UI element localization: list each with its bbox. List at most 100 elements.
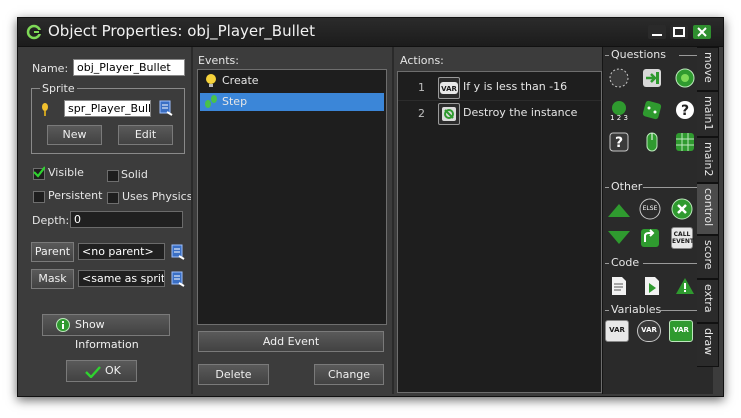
comment-icon[interactable] <box>674 275 696 297</box>
check-empty-icon[interactable] <box>608 67 630 89</box>
sprite-group-label: Sprite <box>40 82 77 95</box>
show-information-label: Show Information <box>75 318 139 351</box>
svg-text:?: ? <box>681 103 689 119</box>
uses-physics-checkbox[interactable] <box>107 192 119 204</box>
gamemaker-logo-icon <box>26 24 42 40</box>
change-event-button[interactable]: Change <box>314 364 384 385</box>
persistent-checkbox[interactable] <box>33 191 45 203</box>
section-line <box>605 187 609 188</box>
uses-physics-label: Uses Physics <box>122 190 193 203</box>
test-variable-icon[interactable]: VAR <box>637 320 661 342</box>
sprite-edit-button[interactable]: Edit <box>118 125 173 145</box>
visible-label: Visible <box>48 166 84 179</box>
tab-main2-label: main2 <box>702 142 715 177</box>
window-title: Object Properties: obj_Player_Bullet <box>48 22 316 40</box>
section-code: Code <box>611 256 640 269</box>
tab-main2[interactable]: main2 <box>697 137 719 183</box>
test-instance-count-icon[interactable]: 1 2 3 <box>608 99 630 121</box>
var-label: VAR <box>673 326 689 334</box>
tab-score[interactable]: score <box>697 235 719 279</box>
tab-main1[interactable]: main1 <box>697 91 719 137</box>
event-create-label: Create <box>222 74 259 87</box>
name-label-text: Name: <box>32 62 69 75</box>
sprite-field[interactable]: spr_Player_Bullet <box>64 100 151 117</box>
action-row-2[interactable]: 2 Destroy the instance <box>398 101 603 126</box>
mask-button[interactable]: Mask <box>31 269 74 289</box>
event-create[interactable]: Create <box>200 72 384 90</box>
depth-field[interactable]: 0 <box>70 211 183 228</box>
sprite-browse-icon[interactable] <box>159 100 173 116</box>
check-grid-icon[interactable] <box>674 131 696 153</box>
depth-label: Depth: <box>32 214 70 227</box>
section-variables: Variables <box>611 303 662 316</box>
start-block-icon[interactable] <box>606 199 632 221</box>
tab-extra-label: extra <box>702 284 715 313</box>
tab-main1-label: main1 <box>702 96 715 131</box>
svg-text:1 2 3: 1 2 3 <box>610 114 628 121</box>
parent-field[interactable]: <no parent> <box>78 243 165 260</box>
title-bar[interactable]: Object Properties: obj_Player_Bullet <box>18 18 723 47</box>
check-question-icon[interactable]: ? <box>674 99 696 121</box>
action-tabs: move main1 main2 control score extra dra… <box>697 47 721 394</box>
maximize-button[interactable] <box>670 25 688 39</box>
actions-list[interactable]: 1 VAR If y is less than -16 2 Destroy th… <box>397 71 602 393</box>
repeat-icon[interactable] <box>639 227 661 249</box>
test-expression-icon[interactable]: ? <box>608 131 630 153</box>
draw-variable-icon[interactable]: VAR <box>669 320 693 342</box>
tab-score-label: score <box>702 240 715 270</box>
exit-event-icon[interactable] <box>671 198 693 220</box>
solid-label: Solid <box>121 168 148 181</box>
name-field[interactable]: obj_Player_Bullet <box>73 59 185 76</box>
var-icon: VAR <box>438 77 460 99</box>
destroy-instance-icon <box>438 103 460 125</box>
events-list[interactable]: Create Step <box>197 69 387 325</box>
delete-event-button[interactable]: Delete <box>198 364 269 385</box>
svg-text:VAR: VAR <box>441 85 457 93</box>
close-button[interactable] <box>693 25 711 39</box>
actions-header: Actions: <box>400 54 444 67</box>
else-icon[interactable]: ELSE <box>639 198 661 220</box>
action-row-1[interactable]: 1 VAR If y is less than -16 <box>398 75 603 100</box>
check-object-icon[interactable] <box>674 67 696 89</box>
minimize-button[interactable] <box>648 25 666 39</box>
close-icon <box>697 27 707 37</box>
footsteps-icon <box>205 95 217 108</box>
section-line <box>605 310 609 311</box>
action-text: If y is less than -16 <box>463 80 568 93</box>
check-collision-icon[interactable] <box>641 67 663 89</box>
call-event-icon[interactable]: CALL EVENT <box>671 227 694 249</box>
maximize-icon <box>673 27 685 37</box>
execute-script-icon[interactable] <box>641 275 663 297</box>
lightbulb-icon <box>206 74 216 87</box>
checkmark-icon <box>33 166 45 178</box>
parent-button[interactable]: Parent <box>31 242 74 262</box>
parent-browse-icon[interactable] <box>171 244 185 260</box>
test-chance-icon[interactable] <box>641 99 663 121</box>
persistent-label: Persistent <box>48 189 103 202</box>
check-mouse-icon[interactable] <box>641 131 663 153</box>
show-information-button[interactable]: Show Information <box>42 314 170 351</box>
visible-checkbox[interactable] <box>33 166 45 180</box>
ok-button[interactable]: OK <box>66 360 137 382</box>
tab-control[interactable]: control <box>697 183 719 235</box>
tab-extra[interactable]: extra <box>697 279 719 323</box>
tab-draw[interactable]: draw <box>697 323 719 367</box>
end-block-icon[interactable] <box>606 227 632 249</box>
info-icon <box>56 318 70 332</box>
var-label: VAR <box>609 326 625 334</box>
sprite-new-button[interactable]: New <box>47 125 102 145</box>
mask-field[interactable]: <same as sprite> <box>78 270 165 287</box>
event-step[interactable]: Step <box>200 93 384 111</box>
tab-move[interactable]: move <box>697 47 719 91</box>
action-number: 2 <box>418 107 425 120</box>
left-divider <box>191 47 193 394</box>
action-text: Destroy the instance <box>463 106 578 119</box>
execute-code-icon[interactable] <box>608 275 630 297</box>
section-other: Other <box>611 180 643 193</box>
mask-browse-icon[interactable] <box>171 271 185 287</box>
solid-checkbox[interactable] <box>107 170 119 182</box>
set-variable-icon[interactable]: VAR <box>605 320 629 342</box>
sprite-pin-icon <box>42 103 48 116</box>
tab-control-label: control <box>702 188 715 227</box>
add-event-button[interactable]: Add Event <box>198 331 384 352</box>
